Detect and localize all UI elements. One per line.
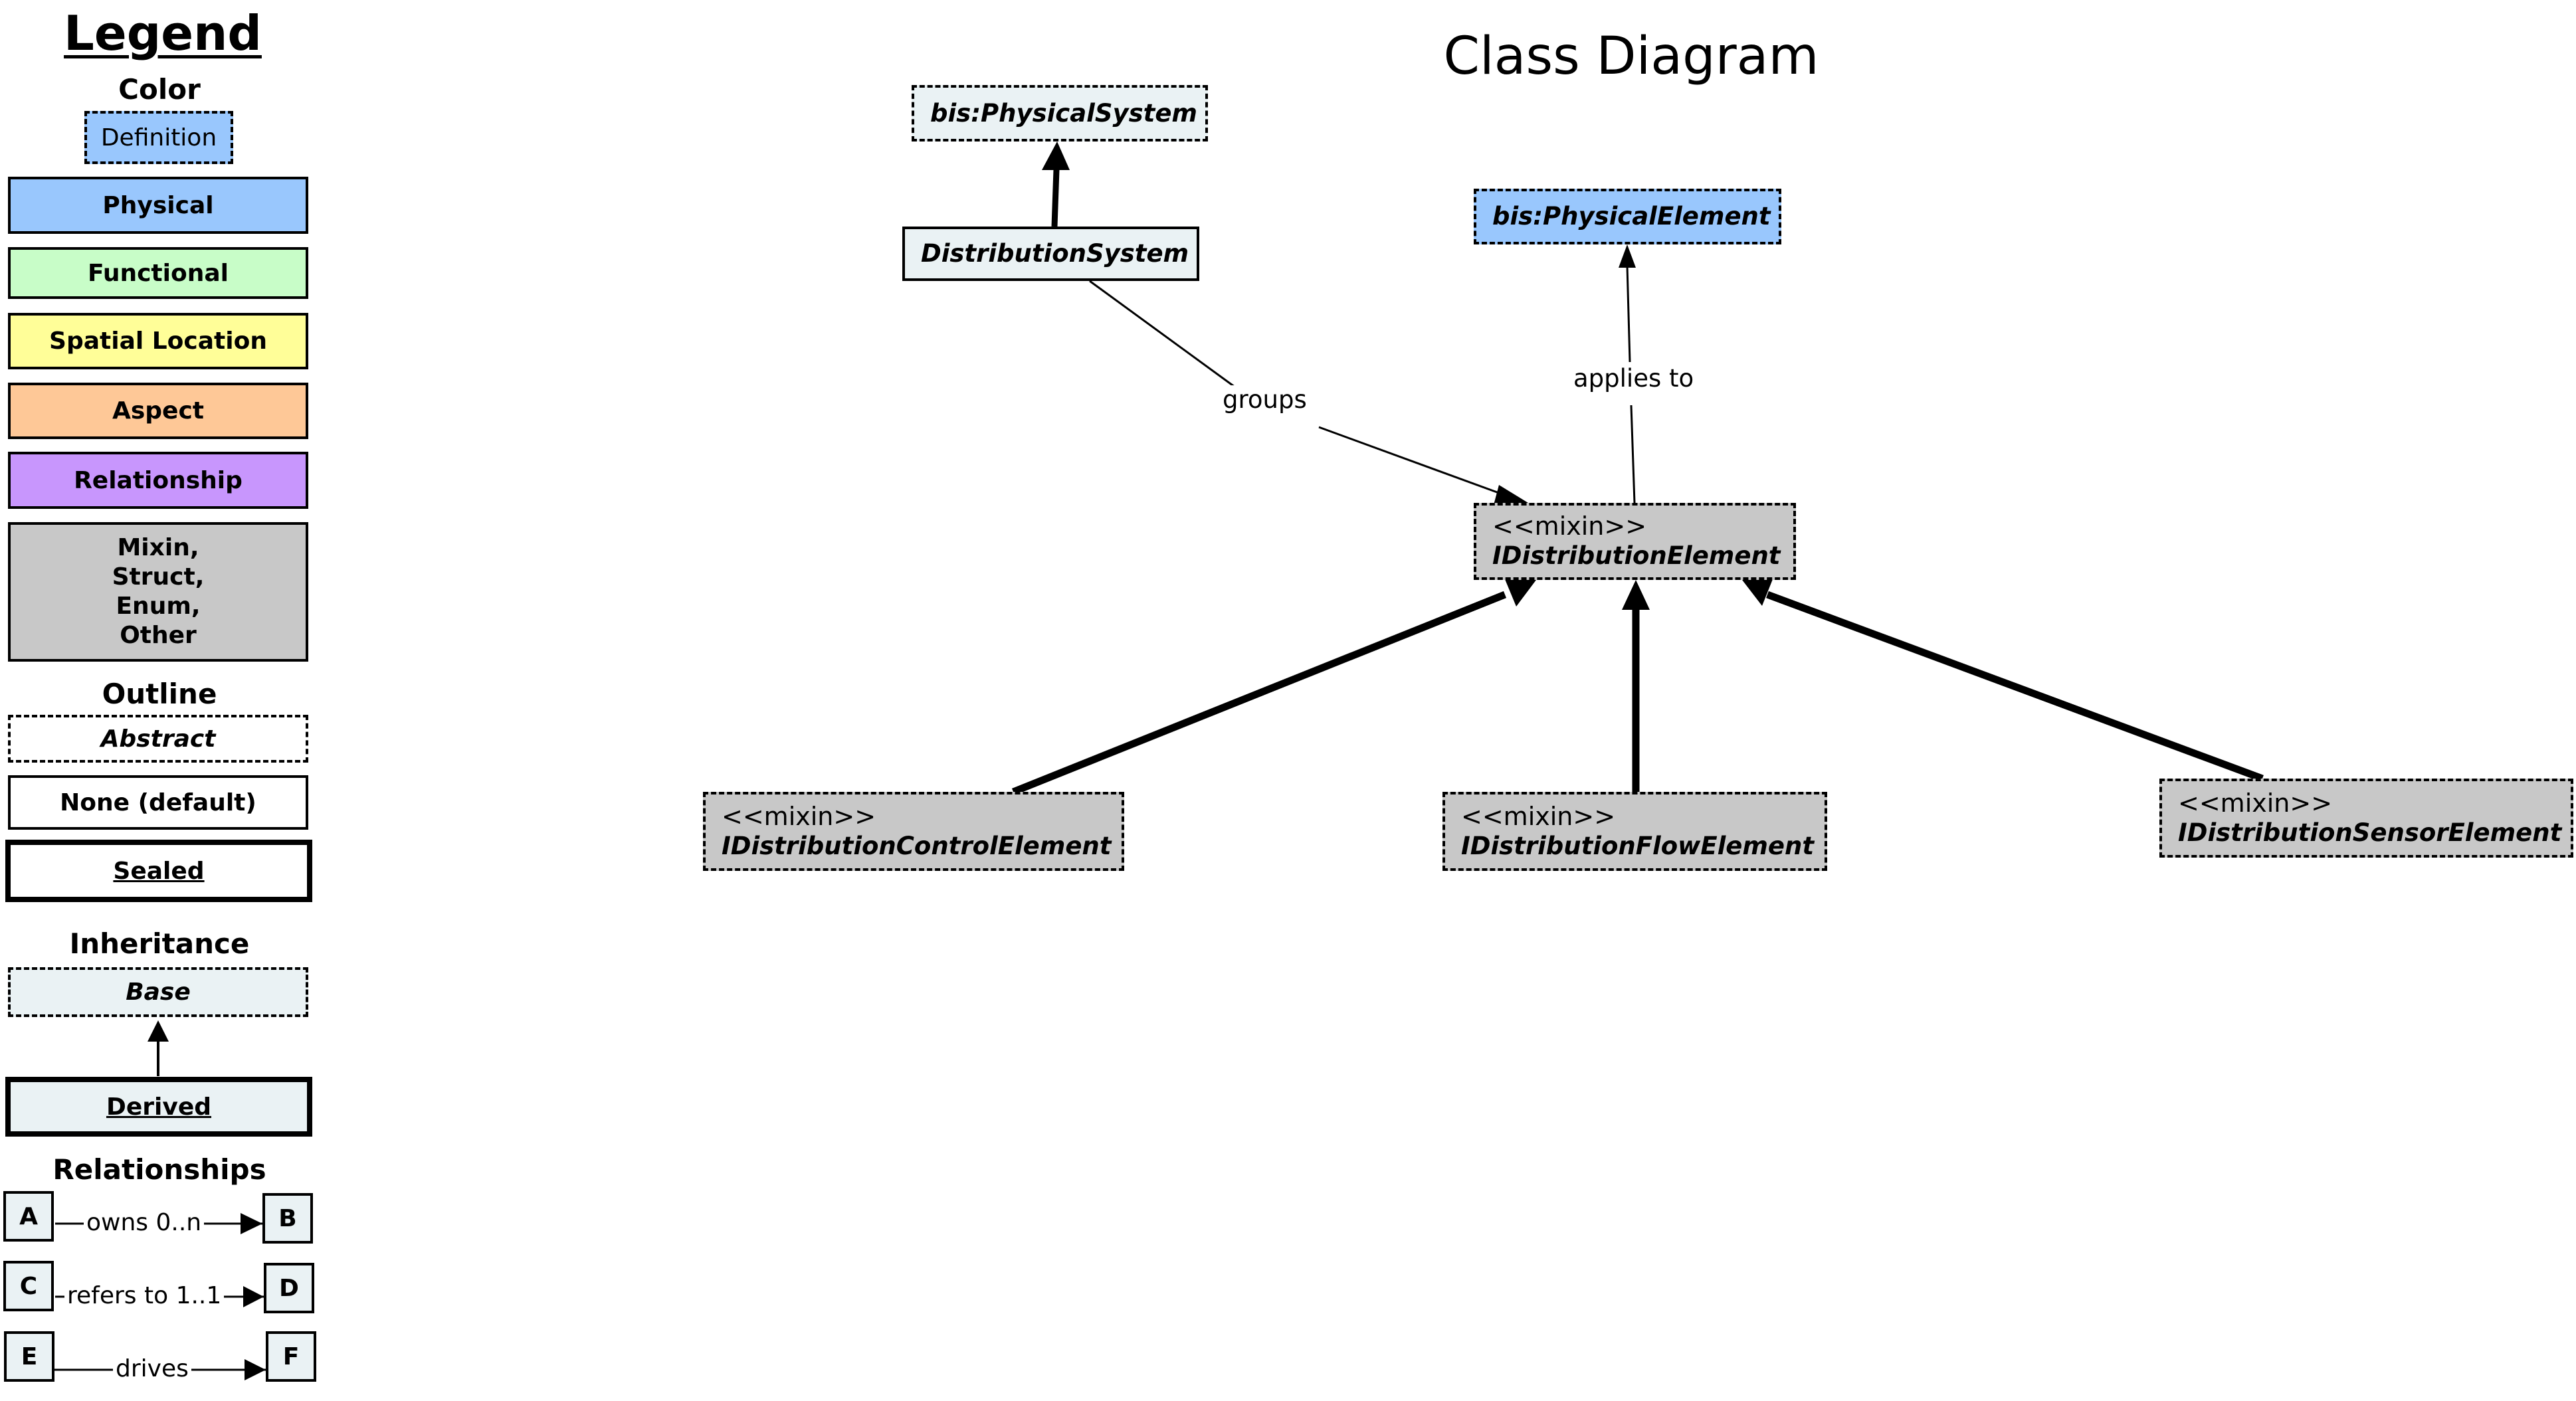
inheritance-arrowhead bbox=[1042, 141, 1070, 170]
legend-rel-label-refers: refers to 1..1 bbox=[64, 1282, 225, 1309]
class-node-control-element[interactable]: <<mixin>> IDistributionControlElement bbox=[703, 792, 1124, 871]
edge-groups-segment-1 bbox=[1089, 280, 1238, 390]
inheritance-arrowhead bbox=[1505, 579, 1536, 607]
edge-sensor-inherits-distribution-element bbox=[1766, 591, 2264, 783]
class-name: IDistributionFlowElement bbox=[1461, 831, 1815, 860]
class-name: IDistributionElement bbox=[1492, 541, 1781, 570]
legend-rel-label-owns: owns 0..n bbox=[84, 1209, 205, 1236]
stereotype-label: <<mixin>> bbox=[1492, 512, 1647, 541]
class-node-flow-element[interactable]: <<mixin>> IDistributionFlowElement bbox=[1442, 792, 1827, 871]
class-name: IDistributionSensorElement bbox=[2178, 818, 2562, 847]
edges-layer bbox=[54, 141, 2264, 1380]
stereotype-label: <<mixin>> bbox=[722, 801, 876, 831]
class-name: bis:PhysicalElement bbox=[1492, 202, 1771, 231]
class-node-physical-system[interactable]: bis:PhysicalSystem bbox=[912, 85, 1208, 141]
stereotype-label: <<mixin>> bbox=[1461, 801, 1616, 831]
legend-rel-label-drives: drives bbox=[113, 1355, 191, 1382]
legend-inheritance-arrowhead bbox=[148, 1020, 169, 1042]
legend-rel-arrowhead-owns bbox=[241, 1213, 262, 1234]
class-name: IDistributionControlElement bbox=[722, 831, 1112, 860]
relationship-arrowhead bbox=[1494, 485, 1528, 505]
stereotype-label: <<mixin>> bbox=[2178, 788, 2333, 818]
class-name: DistributionSystem bbox=[921, 239, 1189, 268]
edge-control-inherits-distribution-element bbox=[1011, 591, 1507, 796]
inheritance-arrowhead bbox=[1742, 579, 1773, 606]
class-name: bis:PhysicalSystem bbox=[930, 98, 1197, 128]
class-node-sensor-element[interactable]: <<mixin>> IDistributionSensorElement bbox=[2159, 779, 2573, 858]
edge-groups-segment-2 bbox=[1318, 426, 1512, 499]
legend-rel-arrowhead-refers bbox=[243, 1286, 264, 1307]
edge-applies-to-segment-2 bbox=[1626, 265, 1631, 363]
edge-label-groups: groups bbox=[1219, 385, 1311, 414]
edge-distributionsystem-inherits-physicalsystem bbox=[1051, 169, 1060, 227]
class-node-distribution-system[interactable]: DistributionSystem bbox=[902, 227, 1199, 281]
class-node-physical-element[interactable]: bis:PhysicalElement bbox=[1474, 189, 1781, 244]
class-node-distribution-element[interactable]: <<mixin>> IDistributionElement bbox=[1474, 503, 1796, 580]
diagram-title: Class Diagram bbox=[1443, 27, 1819, 86]
relationship-arrowhead bbox=[1619, 244, 1636, 268]
edge-label-applies-to: applies to bbox=[1569, 364, 1698, 393]
edge-applies-to-segment-1 bbox=[1630, 405, 1636, 504]
inheritance-arrowhead bbox=[1622, 580, 1650, 610]
legend-rel-arrowhead-drives bbox=[245, 1359, 266, 1380]
